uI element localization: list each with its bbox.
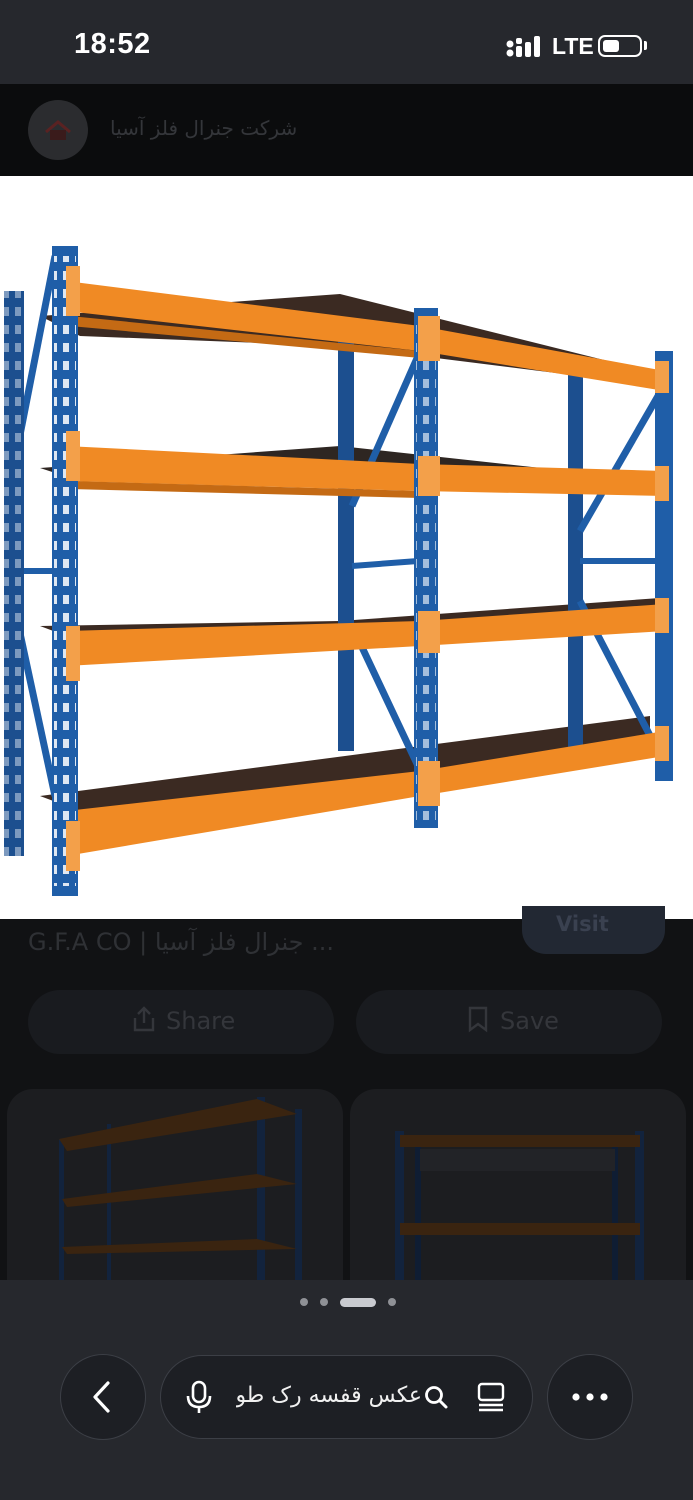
share-label: Share <box>166 1007 236 1035</box>
related-image-1[interactable] <box>7 1089 343 1289</box>
site-logo-icon[interactable] <box>28 100 88 160</box>
more-icon <box>572 1393 608 1401</box>
related-rack-image-1 <box>59 1097 302 1289</box>
battery-nub <box>644 41 647 50</box>
save-label: Save <box>500 1007 559 1035</box>
preview-image[interactable] <box>0 176 693 919</box>
mic-icon[interactable] <box>185 1380 213 1414</box>
storage-rack-image <box>4 246 673 896</box>
carousel-dot <box>388 1298 396 1306</box>
share-icon <box>133 1006 155 1032</box>
carousel-dot-active <box>340 1298 376 1307</box>
search-icon[interactable] <box>423 1384 449 1410</box>
back-icon <box>93 1381 110 1413</box>
logo-mark <box>45 120 71 140</box>
lens-icon[interactable] <box>475 1381 507 1413</box>
site-name[interactable]: شرکت جنرال فلز آسیا <box>110 116 310 140</box>
carousel-dot <box>320 1298 328 1306</box>
network-label: LTE <box>552 33 594 59</box>
result-caption[interactable]: G.F.A CO | جنرال فلز آسیا ... <box>28 928 498 956</box>
carousel-dot <box>300 1298 308 1306</box>
status-time: 18:52 <box>74 28 151 60</box>
site-header <box>0 84 693 176</box>
carousel-indicator <box>300 1298 396 1308</box>
related-image-2[interactable] <box>350 1089 686 1289</box>
signal-icon <box>506 36 540 57</box>
search-query[interactable]: عکس قفسه رک طو <box>236 1383 422 1408</box>
battery-level <box>603 40 619 52</box>
battery-icon <box>598 35 642 57</box>
visit-button-label: Visit <box>556 912 609 936</box>
bookmark-icon <box>468 1006 488 1033</box>
related-rack-image-2 <box>395 1131 644 1289</box>
